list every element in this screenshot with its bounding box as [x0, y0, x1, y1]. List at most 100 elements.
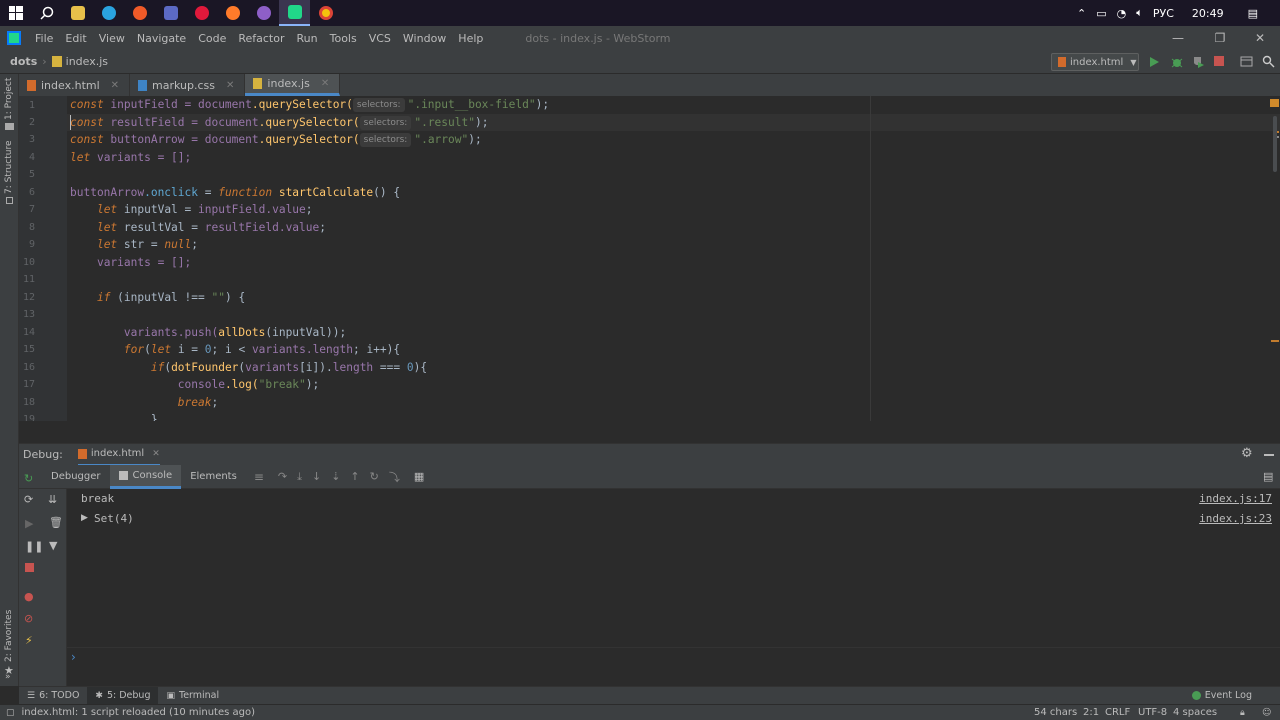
hide-panel-icon[interactable] — [1264, 454, 1274, 456]
clear-console-icon[interactable]: 🗑︎ — [49, 516, 63, 529]
menu-window[interactable]: Window — [397, 32, 452, 45]
tab-index-js[interactable]: index.js ✕ — [245, 74, 341, 96]
battery-icon[interactable]: ▭ — [1096, 7, 1106, 20]
vertical-scrollbar[interactable] — [1273, 116, 1277, 172]
expand-triangle-icon[interactable]: ▶ — [81, 513, 88, 523]
code-editor[interactable]: 1 2 3 4 5 6 7 8 9 10 11 12 13 14 15 16 1… — [19, 96, 1280, 421]
status-panel-icon[interactable]: ▢ — [6, 708, 15, 718]
volume-icon[interactable]: 🔈︎ — [1136, 6, 1143, 20]
opera-icon[interactable] — [186, 0, 217, 26]
step-over-icon[interactable]: ↷ — [278, 470, 287, 483]
tab-index-html[interactable]: index.html ✕ — [19, 74, 131, 96]
inspector-icon[interactable]: ☺ — [1262, 708, 1271, 718]
webstorm-icon[interactable] — [279, 0, 310, 26]
status-encoding[interactable]: UTF-8 — [1138, 707, 1167, 718]
tool-tab-todo[interactable]: ☰ 6: TODO — [19, 687, 87, 705]
scroll-to-end-icon[interactable]: ⇊ — [48, 493, 57, 506]
console-source-link[interactable]: index.js:23 — [1199, 512, 1272, 525]
tool-tab-terminal[interactable]: ▣ Terminal — [158, 687, 227, 705]
warning-marker-icon[interactable] — [1270, 99, 1279, 107]
file-explorer-icon[interactable] — [62, 0, 93, 26]
project-structure-icon[interactable] — [1240, 55, 1253, 71]
minimize-icon[interactable]: — — [1158, 26, 1198, 50]
status-line-separator[interactable]: CRLF — [1105, 707, 1130, 718]
chevron-up-icon[interactable]: ⌃ — [1077, 7, 1086, 20]
debug-session-tab[interactable]: index.html ✕ — [77, 444, 160, 466]
project-tool-tab[interactable]: 1: Project — [4, 78, 14, 120]
maximize-icon[interactable]: ❐ — [1200, 26, 1240, 50]
media-player-icon[interactable] — [124, 0, 155, 26]
status-message[interactable]: index.html: 1 script reloaded (10 minute… — [22, 707, 256, 718]
debug-icon[interactable] — [1170, 55, 1184, 72]
menu-help[interactable]: Help — [452, 32, 489, 45]
tab-console[interactable]: Console — [109, 464, 182, 489]
favorites-tool-tab[interactable]: 2: Favorites — [4, 610, 14, 662]
tab-debugger[interactable]: Debugger — [42, 465, 110, 489]
menu-vcs[interactable]: VCS — [363, 32, 397, 45]
telegram-icon[interactable] — [93, 0, 124, 26]
table-icon[interactable]: ▦ — [414, 470, 424, 483]
run-configuration-select[interactable]: index.html ▼ — [1051, 53, 1139, 71]
smart-step-into-icon[interactable]: ⇣ — [331, 470, 340, 483]
search-everywhere-icon[interactable] — [1262, 55, 1275, 71]
menu-refactor[interactable]: Refactor — [232, 32, 290, 45]
status-caret-position[interactable]: 2:1 — [1083, 707, 1099, 718]
menu-view[interactable]: View — [93, 32, 131, 45]
close-tab-icon[interactable]: ✕ — [321, 78, 329, 89]
menu-lines-icon[interactable]: ≡ — [254, 470, 264, 484]
system-tray: ⌃ ▭ ◔ 🔈︎ РУС 20:49 ▤ — [1077, 0, 1280, 26]
resume-icon[interactable]: ▶ — [25, 517, 33, 530]
evaluate-icon[interactable]: ⤵ — [389, 469, 400, 485]
close-session-icon[interactable]: ✕ — [152, 449, 160, 459]
windows-start-icon[interactable] — [0, 0, 31, 26]
close-tab-icon[interactable]: ✕ — [111, 80, 119, 91]
reload-icon[interactable]: ⟳ — [24, 493, 33, 506]
step-out-icon[interactable]: ↑ — [350, 470, 359, 483]
layout-icon[interactable]: ▤ — [1263, 470, 1273, 483]
breadcrumb-project[interactable]: dots — [10, 55, 37, 68]
chrome-icon[interactable] — [310, 0, 341, 26]
menu-edit[interactable]: Edit — [59, 32, 92, 45]
network-icon[interactable]: ◔ — [1117, 7, 1127, 20]
lightning-icon[interactable]: ⚡ — [25, 634, 33, 647]
close-window-icon[interactable]: ✕ — [1240, 26, 1280, 50]
console-output[interactable]: break index.js:17 ▶ Set(4) index.js:23 › — [67, 489, 1280, 686]
purple-app-icon[interactable] — [248, 0, 279, 26]
status-indent[interactable]: 4 spaces — [1173, 707, 1217, 718]
console-source-link[interactable]: index.js:17 — [1199, 492, 1272, 505]
firefox-icon[interactable] — [217, 0, 248, 26]
run-icon[interactable] — [1148, 55, 1160, 72]
lock-icon[interactable]: 🔒︎ — [1240, 708, 1245, 718]
tab-markup-css[interactable]: markup.css ✕ — [130, 74, 246, 96]
menu-navigate[interactable]: Navigate — [131, 32, 192, 45]
force-step-into-icon[interactable]: ↓ — [312, 470, 321, 483]
mute-breakpoints-icon[interactable]: ⊘ — [24, 612, 33, 625]
step-into-icon[interactable]: ⤓ — [297, 470, 302, 484]
search-icon[interactable] — [31, 0, 62, 26]
status-bar: ▢ index.html: 1 script reloaded (10 minu… — [0, 704, 1280, 720]
settings-gear-icon[interactable]: ⚙ — [1241, 446, 1253, 461]
structure-tool-tab[interactable]: 7: Structure — [4, 141, 14, 195]
coverage-icon[interactable] — [1191, 55, 1205, 72]
view-breakpoints-icon[interactable]: ● — [24, 590, 34, 603]
console-prompt[interactable]: › — [71, 650, 76, 664]
stop-debug-icon[interactable] — [25, 562, 34, 575]
filter-icon[interactable]: ▼ — [49, 539, 57, 552]
menu-code[interactable]: Code — [192, 32, 232, 45]
menu-file[interactable]: File — [29, 32, 59, 45]
clock[interactable]: 20:49 — [1192, 7, 1224, 20]
more-icon[interactable]: » — [5, 672, 11, 682]
menu-run[interactable]: Run — [291, 32, 324, 45]
close-tab-icon[interactable]: ✕ — [226, 80, 234, 91]
language-indicator[interactable]: РУС — [1153, 7, 1174, 20]
tab-elements[interactable]: Elements — [181, 465, 246, 489]
stop-icon[interactable] — [1214, 56, 1225, 70]
discord-icon[interactable] — [155, 0, 186, 26]
notifications-icon[interactable]: ▤ — [1248, 7, 1258, 20]
rerun-icon[interactable]: ↻ — [24, 472, 33, 485]
run-to-cursor-icon[interactable]: ↻ — [370, 470, 379, 483]
breadcrumb-file[interactable]: index.js — [66, 55, 108, 68]
tool-tab-event-log[interactable]: Event Log — [1184, 687, 1260, 705]
tool-tab-debug[interactable]: ✱ 5: Debug — [87, 686, 159, 705]
menu-tools[interactable]: Tools — [324, 32, 363, 45]
